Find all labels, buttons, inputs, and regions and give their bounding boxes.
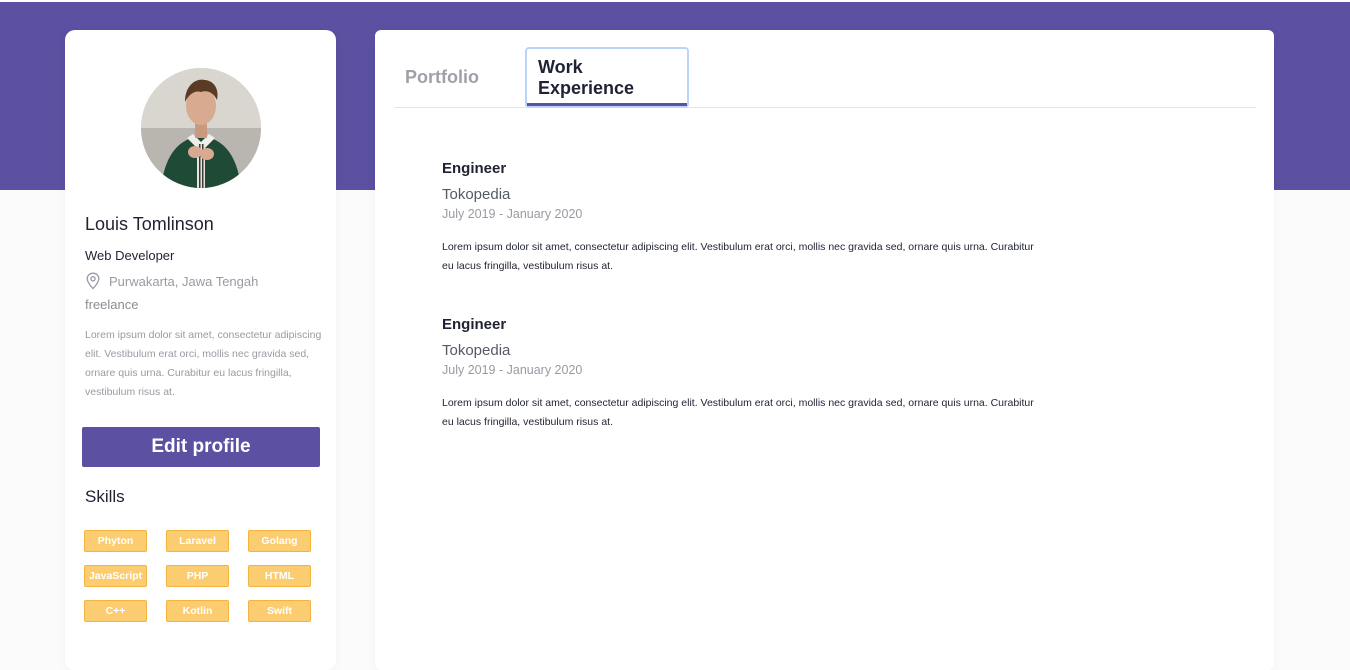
profile-card: Louis Tomlinson Web Developer Purwakarta… xyxy=(65,30,336,670)
avatar-photo xyxy=(141,68,261,188)
profile-job-type: freelance xyxy=(85,297,139,312)
experience-period: July 2019 - January 2020 xyxy=(442,207,583,221)
experience-period: July 2019 - January 2020 xyxy=(442,363,583,377)
skill-tag: Phyton xyxy=(84,530,147,552)
skill-tag: C++ xyxy=(84,600,147,622)
tab-portfolio[interactable]: Portfolio xyxy=(394,47,490,108)
skill-tag: JavaScript xyxy=(84,565,147,587)
experience-description: Lorem ipsum dolor sit amet, consectetur … xyxy=(442,241,1034,272)
skill-tag: PHP xyxy=(166,565,229,587)
skills-list: Phyton Laravel Golang JavaScript PHP HTM… xyxy=(84,530,324,622)
skill-tag: Golang xyxy=(248,530,311,552)
experience-item: Engineer Tokopedia July 2019 - January 2… xyxy=(442,316,1142,472)
profile-name: Louis Tomlinson xyxy=(85,214,214,234)
profile-role: Web Developer xyxy=(85,248,175,263)
edit-profile-button[interactable]: Edit profile xyxy=(82,427,320,467)
content-card: Portfolio Work Experience Engineer Tokop… xyxy=(375,30,1274,670)
experience-company: Tokopedia xyxy=(442,186,511,203)
profile-location: Purwakarta, Jawa Tengah xyxy=(85,272,258,290)
profile-bio: Lorem ipsum dolor sit amet, consectetur … xyxy=(85,329,322,398)
experience-item: Engineer Tokopedia July 2019 - January 2… xyxy=(442,160,1142,316)
experience-company: Tokopedia xyxy=(442,342,511,359)
experience-description: Lorem ipsum dolor sit amet, consectetur … xyxy=(442,397,1034,428)
active-tab-indicator xyxy=(527,103,687,106)
skill-tag: HTML xyxy=(248,565,311,587)
skill-tag: Laravel xyxy=(166,530,229,552)
tab-work-experience-label: Work Experience xyxy=(538,56,635,98)
map-pin-icon xyxy=(86,272,100,290)
skill-tag: Swift xyxy=(248,600,311,622)
tab-bar: Portfolio Work Experience xyxy=(394,30,1256,108)
experience-title: Engineer xyxy=(442,160,507,177)
location-text: Purwakarta, Jawa Tengah xyxy=(109,273,259,289)
avatar xyxy=(141,68,261,188)
skills-heading: Skills xyxy=(85,487,125,506)
tab-work-experience[interactable]: Work Experience xyxy=(525,47,689,108)
experience-list: Engineer Tokopedia July 2019 - January 2… xyxy=(442,160,1142,472)
experience-title: Engineer xyxy=(442,316,507,333)
skill-tag: Kotlin xyxy=(166,600,229,622)
